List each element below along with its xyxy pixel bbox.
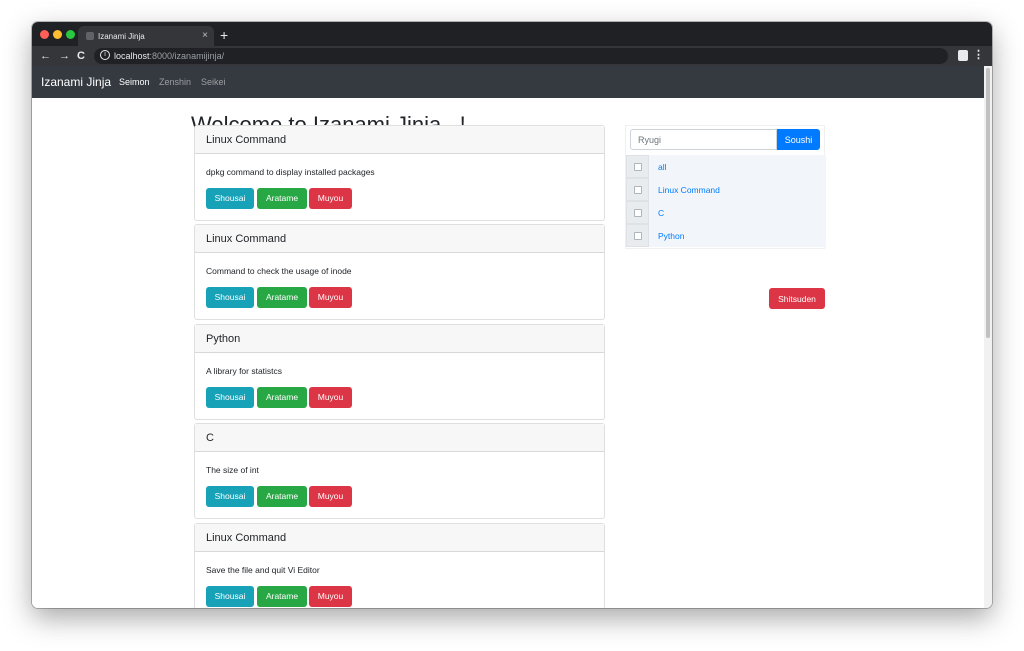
tag-filter-item[interactable]: Python <box>626 224 826 247</box>
edit-button[interactable]: Aratame <box>257 387 307 408</box>
url-path: :8000/izanamijinja/ <box>149 51 225 61</box>
post-category: C <box>195 424 604 452</box>
browser-toolbar: ← → C i localhost:8000/izanamijinja/ ⋮ <box>32 46 992 66</box>
tag-filter-item[interactable]: Linux Command <box>626 178 826 201</box>
tab-strip: Izanami Jinja × + <box>32 22 992 46</box>
post-text: The size of int <box>206 465 259 475</box>
tag-checkbox[interactable] <box>634 232 642 240</box>
url-host: localhost <box>114 51 150 61</box>
edit-button[interactable]: Aratame <box>257 586 307 607</box>
edit-button[interactable]: Aratame <box>257 188 307 209</box>
maximize-window-icon[interactable] <box>66 30 75 39</box>
close-window-icon[interactable] <box>40 30 49 39</box>
nav-link-zenshin[interactable]: Zenshin <box>159 77 191 87</box>
detail-button[interactable]: Shousai <box>206 287 254 308</box>
navbar: Izanami Jinja Seimon Zenshin Seikei <box>32 66 984 98</box>
page-scrollbar[interactable] <box>984 66 992 608</box>
site-info-icon[interactable]: i <box>100 50 110 60</box>
post-card: Linux Command Command to check the usage… <box>194 224 605 320</box>
browser-tab[interactable]: Izanami Jinja × <box>78 26 214 46</box>
nav-link-seikei[interactable]: Seikei <box>201 77 226 87</box>
tab-title: Izanami Jinja <box>98 32 145 41</box>
delete-button[interactable]: Muyou <box>309 387 352 408</box>
tag-label[interactable]: Python <box>658 231 684 241</box>
new-tab-icon[interactable]: + <box>220 27 228 43</box>
post-category: Linux Command <box>195 126 604 154</box>
search-input[interactable] <box>630 129 777 150</box>
post-card: Linux Command dpkg command to display in… <box>194 125 605 221</box>
tab-close-icon[interactable]: × <box>202 30 208 41</box>
tag-checkbox-wrap <box>626 155 649 178</box>
tag-checkbox-wrap <box>626 178 649 201</box>
delete-button[interactable]: Muyou <box>309 188 352 209</box>
reload-icon[interactable]: C <box>77 49 85 63</box>
detail-button[interactable]: Shousai <box>206 188 254 209</box>
url-text: localhost:8000/izanamijinja/ <box>114 51 224 61</box>
post-category: Linux Command <box>195 225 604 253</box>
post-category: Python <box>195 325 604 353</box>
browser-window: Izanami Jinja × + ← → C i localhost:8000… <box>32 22 992 608</box>
tag-checkbox[interactable] <box>634 186 642 194</box>
delete-button[interactable]: Muyou <box>309 287 352 308</box>
tag-label[interactable]: all <box>658 162 667 172</box>
post-text: A library for statistcs <box>206 366 283 376</box>
delete-button[interactable]: Muyou <box>309 486 352 507</box>
back-icon[interactable]: ← <box>40 49 51 63</box>
menu-icon[interactable]: ⋮ <box>973 48 984 61</box>
scrollbar-thumb[interactable] <box>986 68 990 338</box>
post-text: dpkg command to display installed packag… <box>206 167 375 177</box>
bulk-delete-button[interactable]: Shitsuden <box>769 288 825 309</box>
tag-filter-item[interactable]: C <box>626 201 826 224</box>
filter-panel: Soushi all Linux Command C Python <box>625 125 826 249</box>
forward-icon[interactable]: → <box>59 49 70 63</box>
post-card: C The size of int Shousai Aratame Muyou <box>194 423 605 519</box>
tag-filter-item[interactable]: all <box>626 155 826 178</box>
delete-button[interactable]: Muyou <box>309 586 352 607</box>
minimize-window-icon[interactable] <box>53 30 62 39</box>
post-text: Save the file and quit Vi Editor <box>206 565 320 575</box>
tag-label[interactable]: Linux Command <box>658 185 720 195</box>
tag-checkbox-wrap <box>626 224 649 247</box>
nav-link-seimon[interactable]: Seimon <box>119 77 150 87</box>
post-card: Linux Command Save the file and quit Vi … <box>194 523 605 608</box>
edit-button[interactable]: Aratame <box>257 486 307 507</box>
post-card: Python A library for statistcs Shousai A… <box>194 324 605 420</box>
favicon-icon <box>86 32 94 40</box>
tag-label[interactable]: C <box>658 208 664 218</box>
profile-icon[interactable] <box>958 50 968 61</box>
tag-checkbox[interactable] <box>634 209 642 217</box>
page-viewport: Izanami Jinja Seimon Zenshin Seikei Welc… <box>32 66 984 608</box>
tag-checkbox[interactable] <box>634 163 642 171</box>
navbar-brand[interactable]: Izanami Jinja <box>41 75 111 89</box>
edit-button[interactable]: Aratame <box>257 287 307 308</box>
post-text: Command to check the usage of inode <box>206 266 352 276</box>
detail-button[interactable]: Shousai <box>206 387 254 408</box>
search-button[interactable]: Soushi <box>777 129 820 150</box>
post-category: Linux Command <box>195 524 604 552</box>
detail-button[interactable]: Shousai <box>206 586 254 607</box>
detail-button[interactable]: Shousai <box>206 486 254 507</box>
tag-checkbox-wrap <box>626 201 649 224</box>
address-bar[interactable]: i localhost:8000/izanamijinja/ <box>94 48 948 64</box>
